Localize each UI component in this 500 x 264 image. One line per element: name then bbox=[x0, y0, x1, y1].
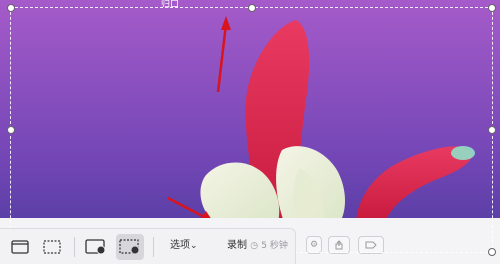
timer-icon: ◷ bbox=[250, 241, 259, 251]
resize-handle-right[interactable] bbox=[488, 126, 496, 134]
record-selection-icon bbox=[119, 239, 140, 255]
timer-label: 5 秒钟 bbox=[261, 241, 288, 251]
capture-window-button[interactable] bbox=[6, 234, 34, 260]
toolbar-divider bbox=[153, 237, 154, 257]
screenshot-toolbar: 选项⌄ 录制 ◷ 5 秒钟 bbox=[0, 228, 296, 264]
chevron-down-icon: ⌄ bbox=[190, 241, 198, 251]
desktop-screen: ⚙ 归口 选项⌄ 录制 ◷ 5 秒钟 bbox=[0, 0, 500, 264]
record-label: 录制 bbox=[227, 240, 247, 251]
selection-size-label: 归口 bbox=[161, 0, 180, 10]
resize-handle-left[interactable] bbox=[7, 126, 15, 134]
capture-selection-button[interactable] bbox=[38, 234, 66, 260]
capture-selection-frame[interactable] bbox=[7, 4, 496, 256]
window-icon bbox=[11, 240, 29, 254]
record-screen-button[interactable] bbox=[82, 234, 110, 260]
resize-handle-top-left[interactable] bbox=[7, 4, 15, 12]
resize-handle-top[interactable] bbox=[247, 4, 256, 12]
dashed-rect-icon bbox=[43, 240, 61, 254]
options-menu-button[interactable]: 选项⌄ bbox=[170, 239, 198, 253]
options-label: 选项 bbox=[170, 240, 190, 251]
resize-handle-bottom-right[interactable] bbox=[488, 248, 496, 256]
toolbar-divider bbox=[74, 237, 75, 257]
resize-handle-top-right[interactable] bbox=[488, 4, 496, 12]
record-button[interactable]: 录制 ◷ 5 秒钟 bbox=[227, 239, 288, 253]
record-screen-icon bbox=[85, 239, 106, 255]
record-selection-button[interactable] bbox=[116, 234, 144, 260]
